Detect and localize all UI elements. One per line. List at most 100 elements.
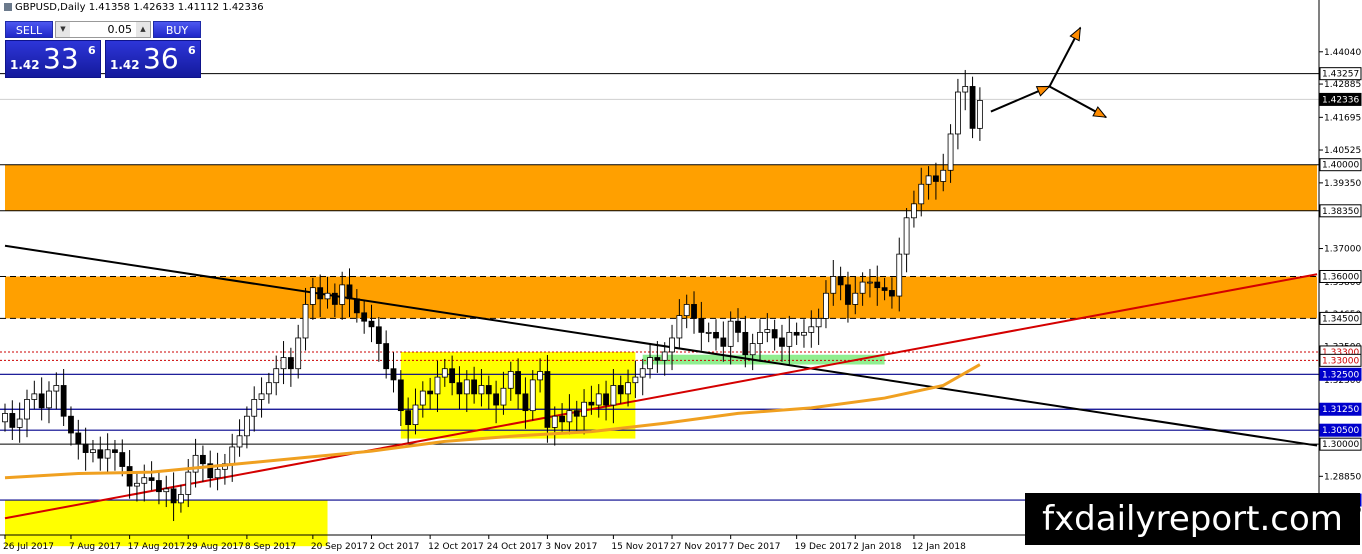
candle-body (764, 329, 771, 333)
candle-body (302, 304, 309, 339)
x-tick-label: 2 Jan 2018 (853, 542, 901, 552)
candle-body (295, 337, 302, 370)
buy-price-pips: 36 (143, 42, 179, 75)
candle-body (390, 368, 397, 381)
x-tick-label: 12 Oct 2017 (428, 542, 484, 552)
candle-body (368, 320, 375, 328)
decrease-lot-icon[interactable]: ▼ (56, 22, 70, 37)
zone-resistance-0 (5, 164, 1318, 211)
sell-button[interactable]: SELL (5, 21, 53, 38)
candle-body (185, 471, 192, 495)
candle-body (661, 351, 668, 361)
candle-body (925, 175, 932, 185)
zone-support-3 (642, 354, 885, 365)
candle-body (889, 290, 895, 297)
candle-body (698, 318, 705, 333)
increase-lot-icon[interactable]: ▲ (136, 22, 150, 37)
candle-body (918, 183, 925, 205)
candle-body (339, 284, 346, 305)
buy-price-quote[interactable]: 1.42 36 6 (105, 40, 201, 78)
x-tick-label: 20 Sep 2017 (311, 542, 368, 552)
candle-body (287, 357, 294, 370)
candle-body (559, 415, 565, 423)
candle-body (90, 449, 96, 453)
candle-body (713, 331, 719, 339)
candle-body (566, 410, 573, 423)
price-chart[interactable]: 1.44040 1.42885 1.41695 1.40525 1.39350 1.370… (0, 0, 1362, 554)
candle-body (441, 368, 448, 378)
candle-body (669, 337, 675, 353)
ohlc-values: 1.41358 1.42633 1.41112 1.42336 (88, 2, 264, 13)
candle-body (859, 281, 866, 294)
candle-body (485, 385, 492, 395)
candle-body (192, 454, 199, 473)
chart-icon (4, 3, 12, 11)
y-tick-label: 1.37000 (1324, 245, 1361, 255)
candle-body (163, 488, 170, 493)
candle-body (727, 320, 734, 347)
candle-body (104, 449, 111, 459)
x-tick-label: 7 Dec 2017 (729, 542, 781, 552)
candle-body (588, 401, 595, 406)
candle-body (544, 371, 551, 428)
candle-body (676, 315, 683, 339)
symbol-label: GBPUSD,Daily (15, 2, 86, 13)
y-tick-label: 1.42885 (1324, 80, 1361, 90)
candle-body (317, 287, 324, 300)
candle-body (617, 385, 624, 395)
candle-body (9, 413, 16, 428)
candle-body (75, 432, 82, 445)
x-tick-label: 17 Aug 2017 (128, 542, 186, 552)
candle-body (515, 371, 521, 395)
candle-body (735, 320, 741, 333)
buy-button[interactable]: BUY (153, 21, 201, 38)
candle-body (148, 477, 155, 481)
level-price-label: 1.30500 (1322, 426, 1359, 436)
candle-body (837, 276, 844, 286)
x-tick-label: 15 Nov 2017 (611, 542, 669, 552)
candle-body (419, 390, 426, 406)
x-tick-label: 26 Jul 2017 (3, 542, 54, 552)
candle-body (705, 331, 712, 334)
candle-body (412, 404, 419, 426)
candle-body (383, 343, 390, 370)
candle-body (38, 393, 45, 409)
candle-body (82, 443, 89, 453)
candle-body (471, 379, 478, 395)
brand-watermark: fxdailyreport.com (1025, 493, 1360, 545)
candle-body (610, 385, 617, 406)
candle-body (361, 312, 368, 322)
candle-body (265, 382, 272, 395)
candle-body (830, 276, 837, 294)
chart-header: GBPUSD,Daily 1.41358 1.42633 1.41112 1.4… (4, 2, 264, 13)
candle-body (353, 298, 360, 314)
candle-body (962, 86, 969, 93)
candle-body (911, 203, 917, 219)
sell-price-fraction: 6 (88, 44, 96, 57)
candle-body (779, 337, 785, 347)
buy-price-fraction: 6 (188, 44, 196, 57)
level-price-label: 1.30000 (1322, 440, 1359, 450)
candle-body (46, 390, 52, 409)
candle-body (581, 401, 587, 417)
candle-body (500, 387, 507, 406)
y-tick-label: 1.44040 (1324, 48, 1361, 58)
candle-body (463, 379, 470, 395)
candle-body (976, 100, 983, 129)
sell-price-quote[interactable]: 1.42 33 6 (5, 40, 101, 78)
zone-resistance-1 (5, 276, 1318, 319)
lot-size-stepper[interactable]: ▼ 0.05 ▲ (55, 21, 151, 38)
candle-body (947, 133, 954, 171)
candle-body (31, 393, 38, 400)
y-tick-label: 1.39350 (1324, 179, 1361, 189)
level-price-label: 1.42336 (1322, 95, 1359, 105)
candle-body (845, 284, 851, 305)
candle-body (309, 287, 316, 305)
candle-body (119, 452, 126, 467)
candle-body (200, 454, 206, 465)
candle-body (456, 382, 463, 395)
x-tick-label: 7 Aug 2017 (69, 542, 121, 552)
candle-body (170, 488, 177, 504)
lot-size-value[interactable]: 0.05 (108, 23, 133, 36)
candle-body (933, 175, 939, 182)
